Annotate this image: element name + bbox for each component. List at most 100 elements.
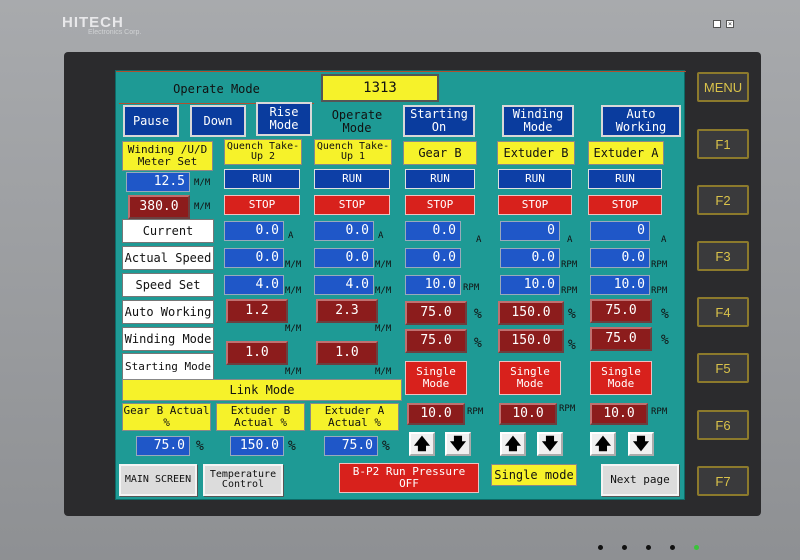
close-icon[interactable]: × [726,20,734,28]
extuder-a-up-button[interactable]: 🡅 [590,432,616,456]
quench2-stop-button[interactable]: STOP [224,195,300,215]
f4-key[interactable]: F4 [697,297,749,327]
quench1-start-input[interactable]: 1.0 [316,341,378,365]
temperature-control-button[interactable]: Temperature Control [203,464,283,496]
quench2-auto-unit: M/M [285,324,302,334]
quench1-set-value: 4.0 [314,275,374,295]
gear-b-auto-unit: % [474,307,482,322]
gear-b-single-input[interactable]: 10.0 [407,403,465,425]
extuder-b-auto-input[interactable]: 150.0 [498,301,564,325]
quench1-auto-input[interactable]: 2.3 [316,299,378,323]
gear-b-stop-button[interactable]: STOP [405,195,475,215]
link-extuder-b-value: 150.0 [230,436,284,456]
extuder-a-single-mode-button[interactable]: Single Mode [590,361,652,395]
gear-b-wind-input[interactable]: 75.0 [405,329,467,353]
gear-b-single-unit: RPM [467,407,484,417]
status-led-3 [646,545,651,550]
extuder-b-single-unit: RPM [559,404,576,414]
extuder-a-actual-unit: RPM [651,260,668,270]
winding-mode-button[interactable]: Winding Mode [502,105,574,137]
quench2-actual-value: 0.0 [224,248,284,268]
link-extuder-b-unit: % [288,439,296,454]
col-header-extuder-a: Extuder A [588,141,664,165]
meter-length-unit: M/M [194,202,211,212]
link-extuder-b-label: Extuder B Actual % [216,403,305,431]
quench2-auto-input[interactable]: 1.2 [226,299,288,323]
f5-key[interactable]: F5 [697,353,749,383]
extuder-a-wind-input[interactable]: 75.0 [590,327,652,351]
quench2-run-button[interactable]: RUN [224,169,300,189]
pause-button[interactable]: Pause [123,105,179,137]
extuder-b-stop-button[interactable]: STOP [498,195,572,215]
extuder-b-up-button[interactable]: 🡅 [500,432,526,456]
gear-b-down-button[interactable]: 🡇 [445,432,471,456]
row-label-current: Current [122,219,214,243]
quench2-start-unit: M/M [285,367,302,377]
power-led [694,545,699,550]
minimize-icon[interactable]: _ [713,20,721,28]
quench2-start-input[interactable]: 1.0 [226,341,288,365]
gear-b-auto-input[interactable]: 75.0 [405,301,467,325]
f3-key[interactable]: F3 [697,241,749,271]
quench1-actual-unit: M/M [375,260,392,270]
f2-key[interactable]: F2 [697,185,749,215]
extuder-a-set-unit: RPM [651,286,668,296]
single-mode-button[interactable]: Single mode [491,464,577,486]
extuder-a-down-button[interactable]: 🡇 [628,432,654,456]
extuder-a-current-unit: A [661,235,667,245]
gear-b-current-unit: A [476,235,482,245]
quench2-set-value: 4.0 [224,275,284,295]
quench1-stop-button[interactable]: STOP [314,195,390,215]
f6-key[interactable]: F6 [697,410,749,440]
down-button[interactable]: Down [190,105,246,137]
col-header-gear-b: Gear B [403,141,477,165]
quench2-set-unit: M/M [285,286,302,296]
gear-b-current-value: 0.0 [405,221,461,241]
row-label-auto-working: Auto Working [122,300,214,324]
extuder-b-wind-input[interactable]: 150.0 [498,329,564,353]
rise-mode-button[interactable]: Rise Mode [256,102,312,136]
menu-key[interactable]: MENU [697,72,749,102]
link-extuder-a-value: 75.0 [324,436,378,456]
col-header-quench-1: Quench Take-Up 1 [314,139,392,165]
f7-key[interactable]: F7 [697,466,749,496]
meter-speed-value: 12.5 [126,172,190,192]
extuder-a-stop-button[interactable]: STOP [588,195,662,215]
link-extuder-a-unit: % [382,439,390,454]
meter-speed-unit: M/M [194,178,211,188]
gear-b-wind-unit: % [474,336,482,351]
extuder-a-auto-input[interactable]: 75.0 [590,299,652,323]
starting-on-button[interactable]: Starting On [403,105,475,137]
gear-b-run-button[interactable]: RUN [405,169,475,189]
extuder-a-auto-unit: % [661,307,669,322]
extuder-b-wind-unit: % [568,338,576,353]
extuder-b-single-mode-button[interactable]: Single Mode [499,361,561,395]
extuder-b-run-button[interactable]: RUN [498,169,572,189]
extuder-a-single-input[interactable]: 10.0 [590,403,648,425]
main-screen-button[interactable]: MAIN SCREEN [119,464,197,496]
operate-mode-title: Operate Mode [119,76,314,104]
extuder-b-actual-unit: RPM [561,260,578,270]
extuder-b-down-button[interactable]: 🡇 [537,432,563,456]
quench1-run-button[interactable]: RUN [314,169,390,189]
run-pressure-button[interactable]: B-P2 Run Pressure OFF [339,463,479,493]
row-label-winding-mode: Winding Mode [122,327,214,351]
gear-b-single-mode-button[interactable]: Single Mode [405,361,467,395]
auto-working-button[interactable]: Auto Working [601,105,681,137]
extuder-a-wind-unit: % [661,333,669,348]
extuder-a-set-value: 10.0 [590,275,650,295]
link-extuder-a-label: Extuder A Actual % [310,403,399,431]
quench1-set-unit: M/M [375,286,392,296]
meter-length-input[interactable]: 380.0 [128,195,190,219]
extuder-a-current-value: 0 [590,221,650,241]
extuder-b-single-input[interactable]: 10.0 [499,403,557,425]
next-page-button[interactable]: Next page [601,464,679,496]
quench1-current-value: 0.0 [314,221,374,241]
extuder-a-run-button[interactable]: RUN [588,169,662,189]
row-label-starting-mode: Starting Mode [122,353,214,381]
extuder-b-actual-value: 0.0 [500,248,560,268]
gear-b-up-button[interactable]: 🡅 [409,432,435,456]
f1-key[interactable]: F1 [697,129,749,159]
quench1-actual-value: 0.0 [314,248,374,268]
extuder-b-current-value: 0 [500,221,560,241]
